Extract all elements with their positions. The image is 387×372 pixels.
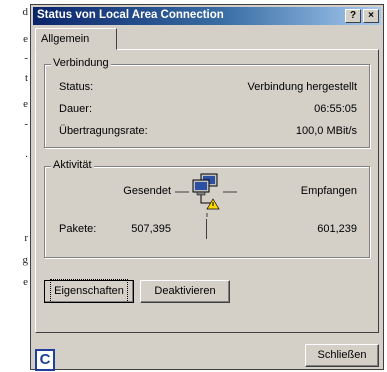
page-fragment-text: .: [25, 148, 28, 160]
background-page-fragment: d e - t e - . r g e: [0, 0, 30, 372]
status-label: Status:: [59, 81, 94, 93]
packets-received-value: 601,239: [317, 223, 357, 235]
help-button[interactable]: ?: [345, 9, 361, 23]
packets-label: Pakete:: [59, 223, 97, 235]
network-activity-icon: [175, 173, 237, 217]
connection-group-title: Verbindung: [51, 57, 111, 69]
tab-panel-general: Verbindung Status: Verbindung hergestell…: [35, 49, 379, 333]
page-fragment-text: e: [23, 276, 28, 288]
page-fragment-text: e: [23, 33, 28, 45]
figure-label-badge: C: [35, 349, 55, 371]
page-fragment-text: e: [23, 98, 28, 110]
packets-sent-value: 507,395: [131, 223, 171, 235]
connection-group: Verbindung Status: Verbindung hergestell…: [44, 57, 370, 148]
sent-label: Gesendet: [123, 185, 171, 197]
close-button[interactable]: Schließen: [305, 344, 379, 367]
disable-button-label: Deaktivieren: [154, 285, 216, 297]
speed-label: Übertragungsrate:: [59, 125, 148, 137]
tab-allgemein[interactable]: Allgemein: [35, 28, 117, 50]
received-label: Empfangen: [300, 185, 357, 197]
close-window-button[interactable]: ×: [363, 9, 379, 23]
page-fragment-text: t: [24, 72, 28, 84]
properties-button[interactable]: Eigenschaften: [44, 279, 134, 303]
status-dialog: Status von Local Area Connection ? × All…: [30, 4, 384, 371]
page-fragment-text: g: [22, 254, 29, 266]
activity-group-title: Aktivität: [51, 159, 94, 171]
page-fragment-text: -: [24, 52, 28, 64]
page-fragment-text: r: [24, 232, 28, 244]
duration-label: Dauer:: [59, 103, 93, 115]
activity-group: Aktivität Gesendet Empfangen Pakete: 507…: [44, 159, 370, 258]
close-button-label: Schließen: [317, 349, 367, 361]
tab-label: Allgemein: [41, 33, 90, 45]
disable-button[interactable]: Deaktivieren: [140, 280, 230, 303]
properties-button-label: Eigenschaften: [50, 279, 128, 303]
page-fragment-text: -: [24, 118, 28, 130]
status-value: Verbindung hergestellt: [247, 81, 357, 93]
title-bar[interactable]: Status von Local Area Connection ? ×: [33, 7, 381, 25]
window-title: Status von Local Area Connection: [37, 9, 224, 21]
duration-value: 06:55:05: [314, 103, 357, 115]
speed-value: 100,0 MBit/s: [295, 125, 357, 137]
packets-divider: [206, 219, 207, 239]
page-fragment-text: d: [22, 6, 29, 18]
